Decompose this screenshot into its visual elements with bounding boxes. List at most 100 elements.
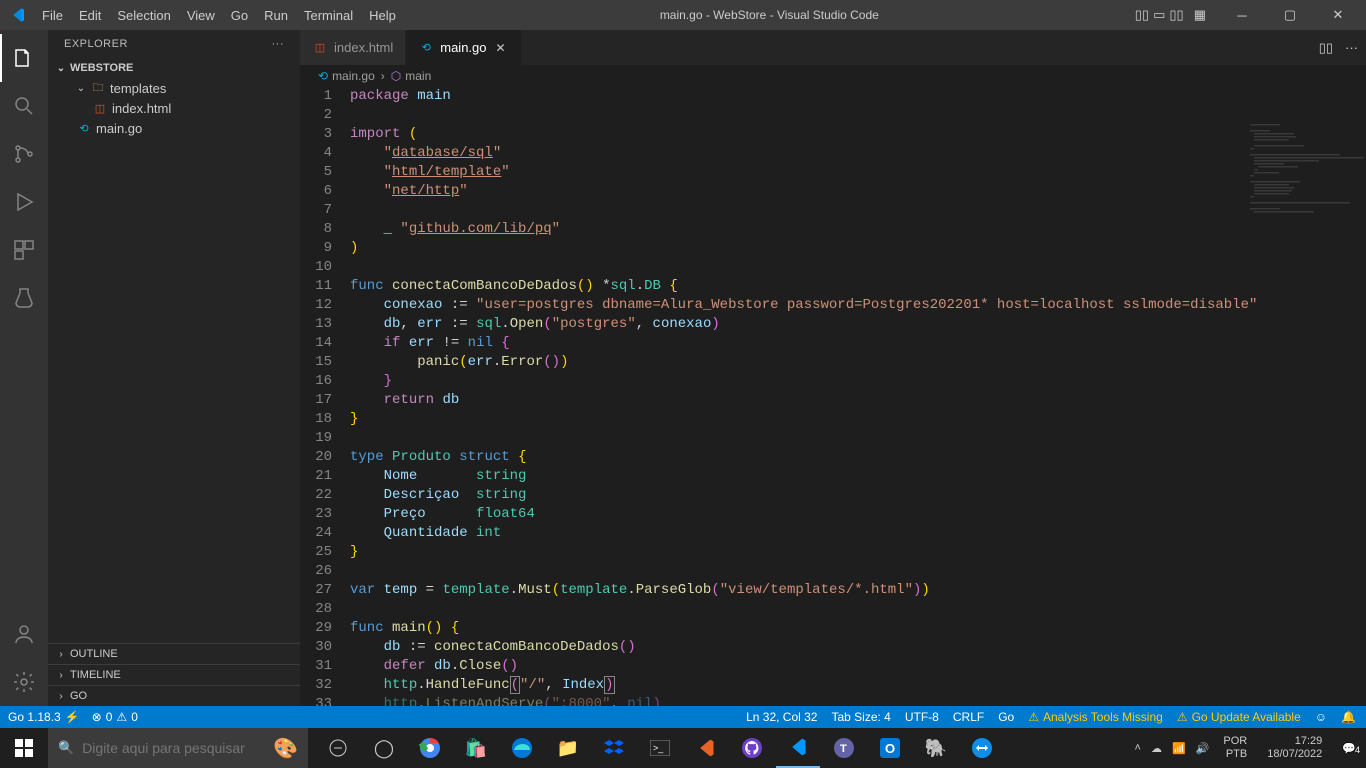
source-control-tab[interactable]	[0, 130, 48, 178]
go-file-icon: ⟲	[418, 40, 434, 56]
tray-volume-icon[interactable]: 🔊	[1196, 742, 1210, 755]
timeline-section[interactable]: › TIMELINE	[48, 664, 300, 685]
minimize-button[interactable]: ─	[1222, 0, 1262, 30]
breadcrumb-file[interactable]: ⟲ main.go	[318, 69, 375, 83]
customize-layout-icon[interactable]: ▦	[1188, 7, 1206, 23]
taskbar-app-outlook[interactable]: O	[868, 728, 912, 768]
folder-templates[interactable]: ⌄ 🗀 templates	[48, 78, 300, 98]
toggle-primary-sidebar-icon[interactable]: ▯▯	[1135, 7, 1149, 23]
outline-section[interactable]: › OUTLINE	[48, 643, 300, 664]
status-cursor-position[interactable]: Ln 32, Col 32	[746, 710, 817, 724]
system-tray: ˄ ☁ 📶 🔊 POR PTB 17:29 18/07/2022 💬4	[1135, 735, 1366, 761]
tab-label: index.html	[334, 40, 393, 55]
go-section[interactable]: › GO	[48, 685, 300, 706]
tab-label: main.go	[440, 40, 486, 55]
status-go-version[interactable]: Go 1.18.3 ⚡	[8, 710, 80, 724]
toggle-panel-icon[interactable]: ▭	[1153, 7, 1165, 23]
settings-icon[interactable]	[0, 658, 48, 706]
menu-edit[interactable]: Edit	[71, 4, 109, 27]
menu-go[interactable]: Go	[223, 4, 256, 27]
taskbar-app-chrome[interactable]	[408, 728, 452, 768]
sidebar-header: EXPLORER ···	[48, 30, 300, 58]
search-art-icon: 🎨	[273, 736, 298, 761]
status-notifications-icon[interactable]: 🔔	[1341, 710, 1356, 724]
window-title: main.go - WebStore - Visual Studio Code	[404, 8, 1135, 22]
tab-main-go[interactable]: ⟲ main.go ✕	[406, 30, 521, 65]
tray-onedrive-icon[interactable]: ☁	[1151, 742, 1162, 755]
taskbar-search[interactable]: 🔍 🎨	[48, 728, 308, 768]
maximize-button[interactable]: ▢	[1270, 0, 1310, 30]
tray-expand-icon[interactable]: ˄	[1135, 742, 1141, 754]
taskbar-app-vscode-insiders[interactable]	[684, 728, 728, 768]
project-root[interactable]: ⌄ WEBSTORE	[48, 58, 300, 78]
folder-icon: 🗀	[90, 80, 106, 96]
accounts-icon[interactable]	[0, 610, 48, 658]
file-label: index.html	[112, 101, 171, 116]
search-icon: 🔍	[58, 740, 74, 756]
status-encoding[interactable]: UTF-8	[905, 710, 939, 724]
status-tools-missing[interactable]: ⚠ Analysis Tools Missing	[1028, 710, 1163, 724]
package-icon: ⬡	[391, 69, 401, 83]
more-actions-icon[interactable]: ···	[272, 38, 285, 50]
tray-clock[interactable]: 17:29 18/07/2022	[1261, 735, 1328, 761]
tray-language[interactable]: POR PTB	[1219, 735, 1251, 761]
code-content[interactable]: package mainimport ( "database/sql" "htm…	[350, 87, 1366, 706]
close-button[interactable]: ✕	[1318, 0, 1358, 30]
file-label: main.go	[96, 121, 142, 136]
status-go-update[interactable]: ⚠ Go Update Available	[1177, 710, 1301, 724]
status-language[interactable]: Go	[998, 710, 1014, 724]
tray-wifi-icon[interactable]: 📶	[1172, 742, 1186, 755]
testing-tab[interactable]	[0, 274, 48, 322]
run-debug-tab[interactable]	[0, 178, 48, 226]
svg-text:O: O	[885, 741, 895, 756]
taskbar-app-pgadmin[interactable]: 🐘	[914, 728, 958, 768]
file-main-go[interactable]: ⟲ main.go	[48, 118, 300, 138]
menu-help[interactable]: Help	[361, 4, 404, 27]
chevron-right-icon: ›	[381, 69, 385, 83]
more-actions-icon[interactable]: ···	[1345, 40, 1358, 55]
tab-index-html[interactable]: ◫ index.html	[300, 30, 406, 65]
split-editor-icon[interactable]: ▯▯	[1319, 40, 1333, 56]
tray-notifications-icon[interactable]: 💬4	[1338, 742, 1360, 755]
timeline-label: TIMELINE	[70, 669, 121, 681]
explorer-tab[interactable]	[0, 34, 48, 82]
task-view-icon[interactable]	[316, 728, 360, 768]
folder-label: templates	[110, 81, 166, 96]
search-input[interactable]	[82, 740, 265, 756]
taskbar-app-dropbox[interactable]	[592, 728, 636, 768]
menu-file[interactable]: File	[34, 4, 71, 27]
taskbar-app-cortana[interactable]: ◯	[362, 728, 406, 768]
menu-run[interactable]: Run	[256, 4, 296, 27]
breadcrumb-symbol[interactable]: ⬡ main	[391, 69, 432, 83]
taskbar-app-vscode[interactable]	[776, 728, 820, 768]
menu-selection[interactable]: Selection	[109, 4, 178, 27]
status-problems[interactable]: ⊗0 ⚠0	[92, 710, 138, 724]
minimap[interactable]	[1246, 122, 1366, 222]
taskbar-app-explorer[interactable]: 📁	[546, 728, 590, 768]
activity-bar	[0, 30, 48, 706]
breadcrumb[interactable]: ⟲ main.go › ⬡ main	[300, 65, 1366, 87]
chevron-right-icon: ›	[56, 670, 66, 681]
status-feedback-icon[interactable]: ☺	[1315, 710, 1327, 724]
extensions-tab[interactable]	[0, 226, 48, 274]
taskbar-app-edge[interactable]	[500, 728, 544, 768]
close-tab-icon[interactable]: ✕	[493, 40, 509, 56]
outline-label: OUTLINE	[70, 648, 118, 660]
start-button[interactable]	[0, 728, 48, 768]
search-tab[interactable]	[0, 82, 48, 130]
taskbar-app-teamviewer[interactable]	[960, 728, 1004, 768]
taskbar-app-github[interactable]	[730, 728, 774, 768]
editor-tabs: ◫ index.html ⟲ main.go ✕ ▯▯ ···	[300, 30, 1366, 65]
status-eol[interactable]: CRLF	[953, 710, 984, 724]
menu-terminal[interactable]: Terminal	[296, 4, 361, 27]
html-file-icon: ◫	[92, 100, 108, 116]
status-tab-size[interactable]: Tab Size: 4	[831, 710, 890, 724]
warning-icon: ⚠	[1028, 710, 1039, 724]
menu-view[interactable]: View	[179, 4, 223, 27]
file-index-html[interactable]: ◫ index.html	[48, 98, 300, 118]
toggle-secondary-sidebar-icon[interactable]: ▯▯	[1169, 7, 1183, 23]
taskbar-app-store[interactable]: 🛍️	[454, 728, 498, 768]
taskbar-app-teams[interactable]: T	[822, 728, 866, 768]
code-editor[interactable]: 1234567891011121314151617181920212223242…	[300, 87, 1366, 706]
taskbar-app-terminal[interactable]: >_	[638, 728, 682, 768]
